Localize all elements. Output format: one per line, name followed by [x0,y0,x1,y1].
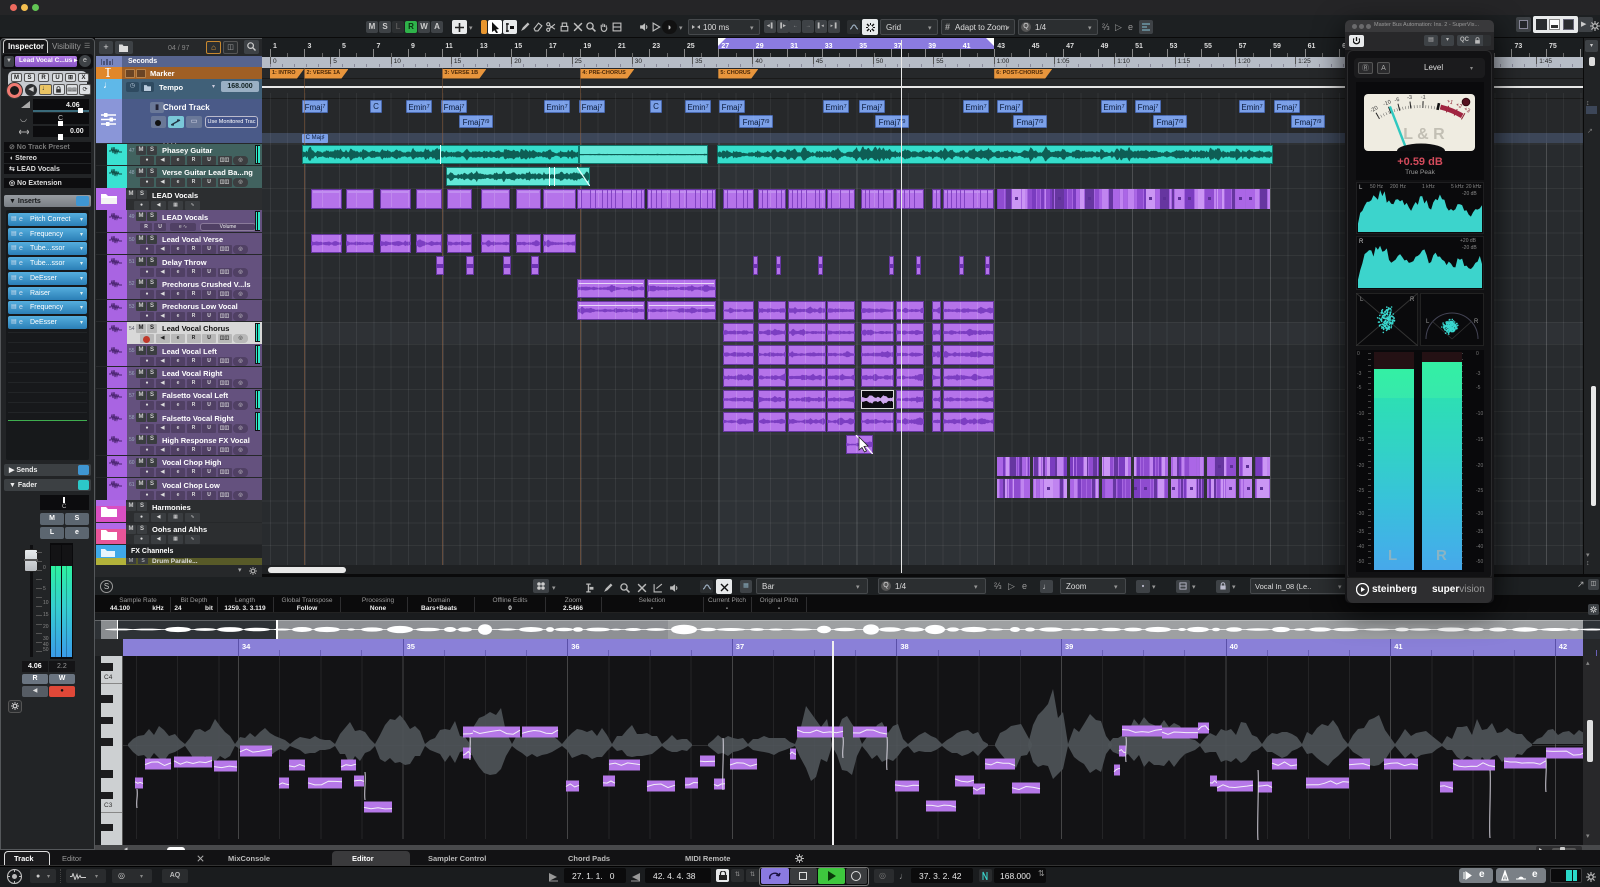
svg-text:R: R [1474,319,1479,325]
svg-text:R: R [1410,297,1415,303]
svg-text:-3: -3 [1407,95,1413,102]
svg-text:-1: -1 [1421,95,1426,101]
svg-text:L & R: L & R [1403,126,1445,143]
svg-text:L: L [1426,319,1430,325]
svg-text:L: L [1360,297,1364,303]
